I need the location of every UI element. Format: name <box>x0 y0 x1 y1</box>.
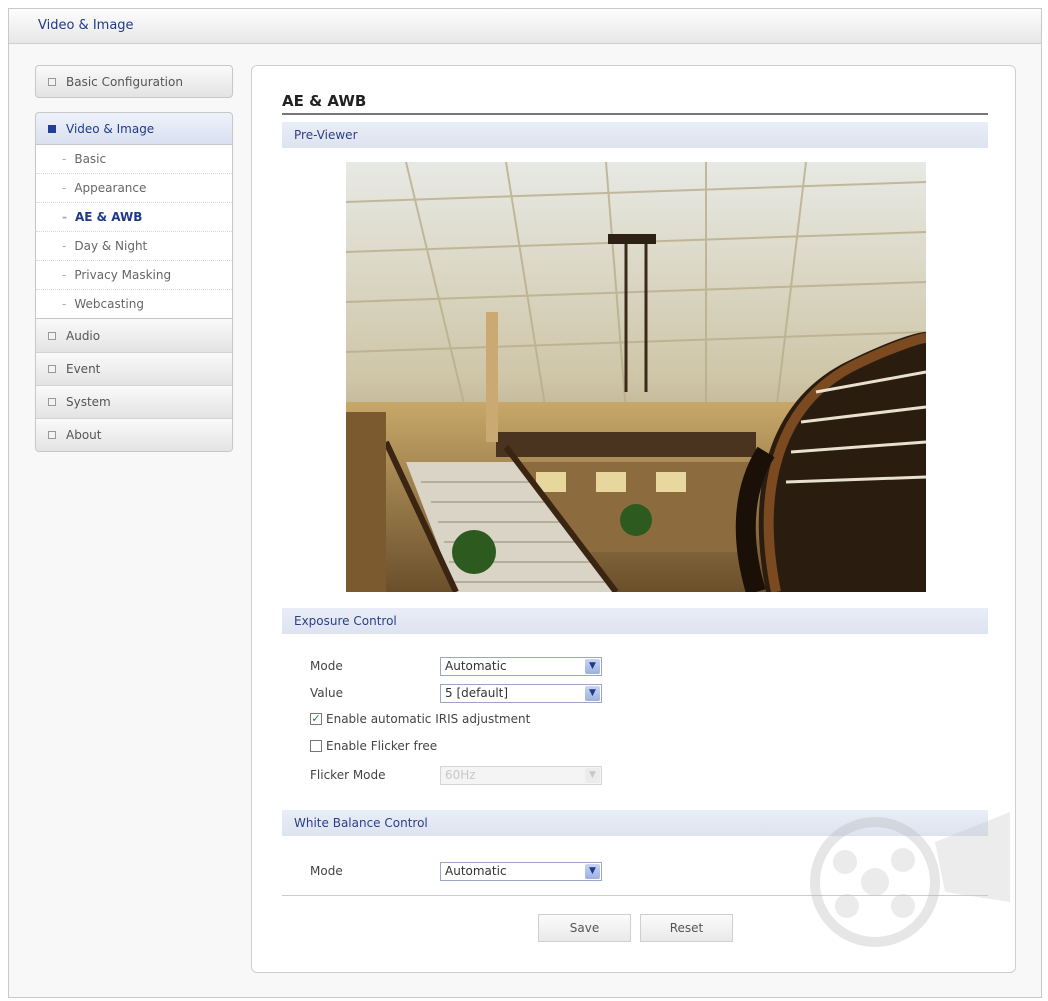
nav-video-image[interactable]: Video & Image <box>35 112 233 145</box>
square-filled-icon <box>48 124 56 133</box>
nav-basic-configuration[interactable]: Basic Configuration <box>35 65 233 98</box>
exposure-mode-select[interactable]: Automatic ▼ <box>440 657 602 676</box>
chevron-down-icon: ▼ <box>585 659 600 674</box>
square-icon <box>48 398 56 406</box>
save-button[interactable]: Save <box>538 914 631 942</box>
title-divider <box>282 113 988 115</box>
video-image-group: Video & Image - Basic - Appearance - AE & A… <box>35 112 233 452</box>
nav-about[interactable]: About <box>36 418 232 451</box>
exposure-value-label: Value <box>310 686 343 700</box>
wb-mode-label: Mode <box>310 864 343 878</box>
page-title: AE & AWB <box>282 92 367 110</box>
flicker-mode-label: Flicker Mode <box>310 768 386 782</box>
wb-mode-select[interactable]: Automatic ▼ <box>440 862 602 881</box>
app-frame: Video & Image Basic Configuration Video … <box>8 8 1042 998</box>
iris-checkbox-row[interactable]: ✓ Enable automatic IRIS adjustment <box>310 712 530 726</box>
chevron-down-icon: ▼ <box>585 686 600 701</box>
window-title: Video & Image <box>38 18 134 33</box>
dash-icon: - <box>62 239 67 253</box>
square-icon <box>48 331 56 340</box>
exposure-value-select[interactable]: 5 [default] ▼ <box>440 684 602 703</box>
preview-image <box>346 162 926 592</box>
other-nav-list: Audio Event System About <box>35 318 233 452</box>
main-panel: AE & AWB Pre-Viewer Exposure Control Mod… <box>251 65 1016 973</box>
nav-system[interactable]: System <box>36 385 232 418</box>
section-pre-viewer: Pre-Viewer <box>282 122 988 148</box>
sidebar-item-webcasting[interactable]: - Webcasting <box>36 289 232 318</box>
exposure-mode-label: Mode <box>310 659 343 673</box>
top-bar: Video & Image <box>9 9 1041 44</box>
sidebar: Basic Configuration Video & Image - Basic… <box>35 65 233 452</box>
camera-preview <box>346 162 926 592</box>
sidebar-item-day-night[interactable]: - Day & Night <box>36 231 232 260</box>
flicker-checkbox[interactable] <box>310 740 322 752</box>
square-icon <box>48 77 56 86</box>
dash-icon: - <box>62 297 67 311</box>
sidebar-item-privacy-masking[interactable]: - Privacy Masking <box>36 260 232 289</box>
dash-icon: - <box>62 152 67 166</box>
section-exposure-control: Exposure Control <box>282 608 988 634</box>
video-image-submenu: - Basic - Appearance - AE & AWB - Day & Nigh… <box>35 145 233 318</box>
square-icon <box>48 365 56 373</box>
dash-icon: - <box>62 181 67 195</box>
nav-label: Basic Configuration <box>66 74 183 89</box>
nav-audio[interactable]: Audio <box>36 319 232 352</box>
iris-checkbox[interactable]: ✓ <box>310 713 322 725</box>
reset-button[interactable]: Reset <box>640 914 733 942</box>
chevron-down-icon: ▼ <box>585 864 600 879</box>
sidebar-item-ae-awb[interactable]: - AE & AWB <box>36 202 232 231</box>
chevron-down-icon: ▼ <box>585 768 600 783</box>
square-icon <box>48 431 56 439</box>
dash-icon: - <box>62 268 67 282</box>
flicker-mode-select[interactable]: 60Hz ▼ <box>440 766 602 785</box>
sidebar-item-basic[interactable]: - Basic <box>36 145 232 173</box>
sidebar-item-appearance[interactable]: - Appearance <box>36 173 232 202</box>
nav-event[interactable]: Event <box>36 352 232 385</box>
nav-label: Video & Image <box>66 121 155 136</box>
film-reel-watermark-icon <box>810 812 1010 947</box>
dash-icon: - <box>62 210 67 224</box>
flicker-checkbox-row[interactable]: Enable Flicker free <box>310 739 437 753</box>
